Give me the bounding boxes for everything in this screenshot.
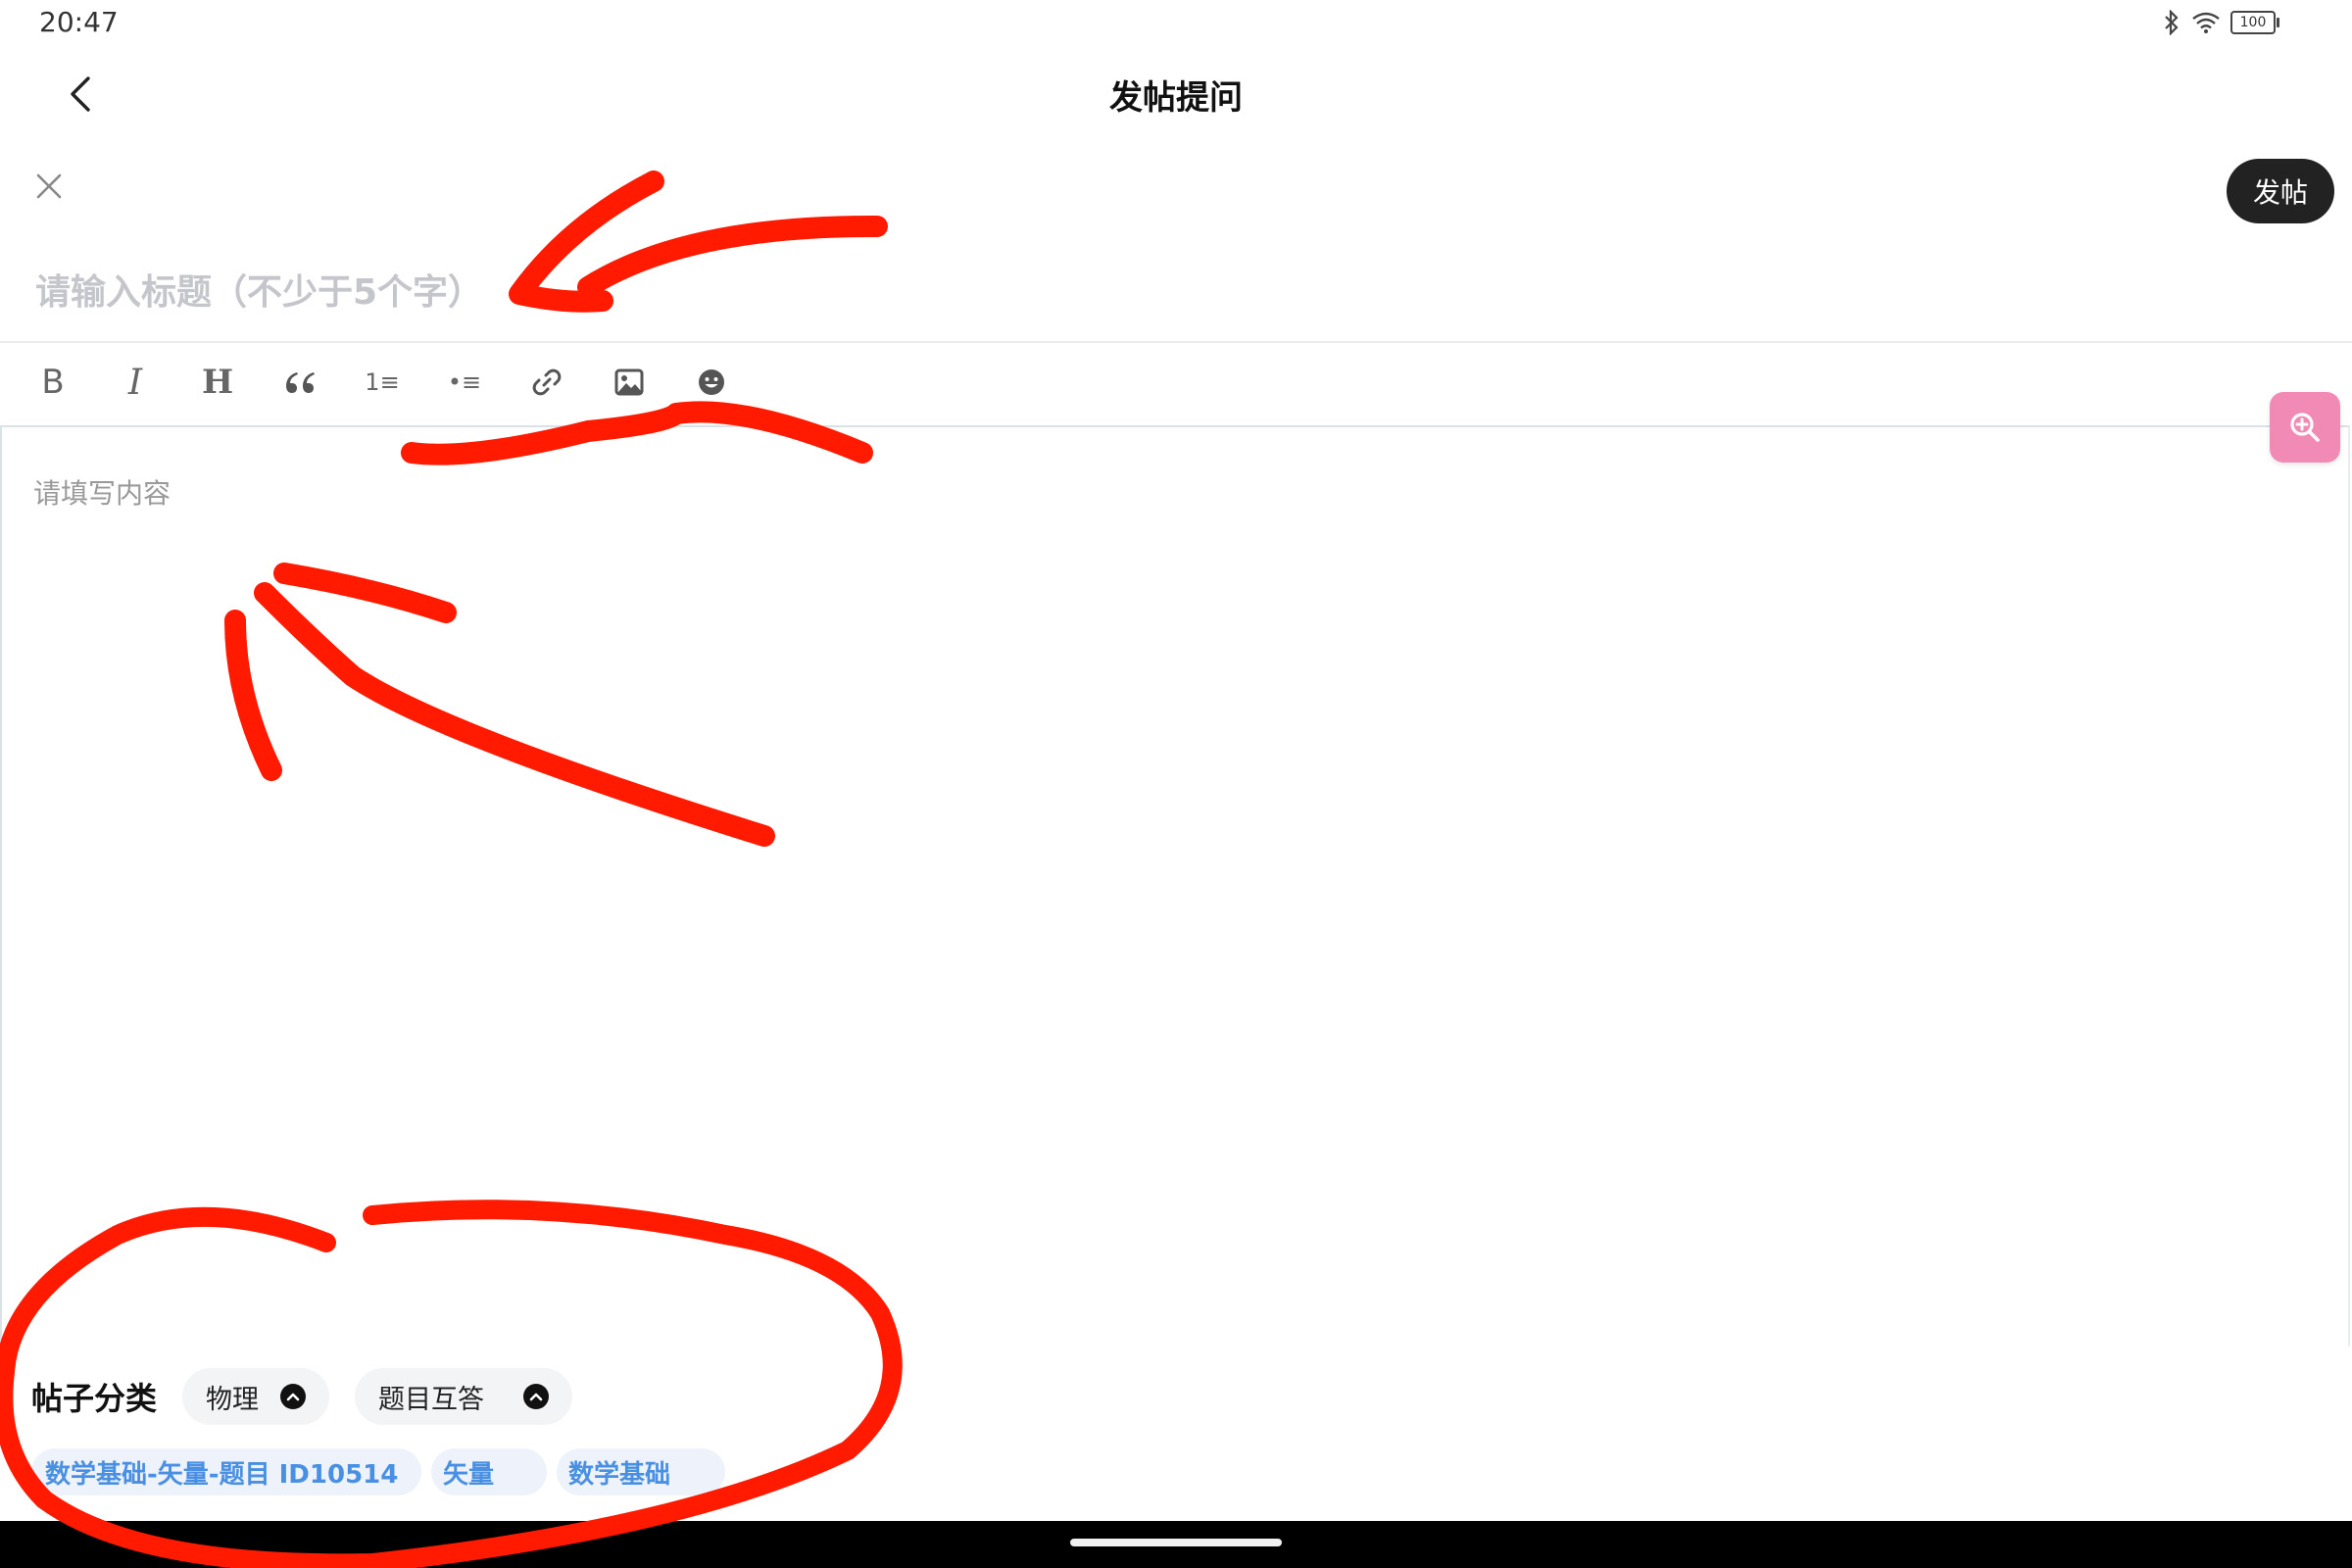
tag-chip[interactable]: 数学基础-矢量-题目 ID10514: [31, 1448, 421, 1495]
quote-icon: [286, 372, 315, 393]
image-icon: [614, 368, 644, 396]
status-icons: 100: [2162, 10, 2279, 35]
link-icon: [532, 368, 562, 396]
home-indicator[interactable]: [1070, 1539, 1282, 1546]
tag-chip[interactable]: 矢量: [431, 1448, 547, 1495]
chevron-up-icon: [523, 1384, 550, 1409]
battery-icon: 100: [2230, 11, 2279, 34]
divider: [0, 341, 2352, 343]
close-button[interactable]: [29, 167, 69, 206]
title-input[interactable]: [33, 257, 2291, 327]
ordered-list-button[interactable]: 1≡: [341, 351, 423, 414]
nav-bar: 发帖提问: [0, 49, 2352, 137]
editor-placeholder: 请填写内容: [33, 477, 172, 510]
page-title: 发帖提问: [1109, 78, 1243, 118]
subject-value: 物理: [206, 1384, 260, 1415]
system-nav-bar: [0, 1521, 2352, 1568]
post-button[interactable]: 发帖: [2227, 159, 2334, 223]
post-type-dropdown[interactable]: 题目互答: [355, 1368, 573, 1425]
post-type-value: 题目互答: [378, 1384, 485, 1415]
chevron-up-icon: [280, 1384, 307, 1409]
page: 20:47 100 发帖提问 发帖 请输入标题（不少于5个字） B I H 1≡…: [0, 0, 2352, 1568]
unordered-list-icon: •≡: [447, 368, 482, 396]
category-row: 帖子分类 物理 题目互答: [31, 1368, 598, 1425]
heading-button[interactable]: H: [176, 351, 259, 414]
ordered-list-icon: 1≡: [365, 368, 400, 396]
bold-icon: B: [41, 363, 65, 402]
category-label: 帖子分类: [31, 1380, 158, 1417]
image-button[interactable]: [588, 351, 670, 414]
zoom-in-icon: [2290, 413, 2320, 442]
quote-button[interactable]: [259, 351, 341, 414]
unordered-list-button[interactable]: •≡: [423, 351, 506, 414]
zoom-button[interactable]: [2270, 392, 2340, 463]
content-editor[interactable]: 请填写内容: [0, 425, 2350, 1347]
status-time: 20:47: [39, 6, 119, 38]
italic-button[interactable]: I: [94, 351, 176, 414]
heading-icon: H: [201, 363, 234, 402]
formatting-toolbar: B I H 1≡ •≡: [12, 348, 753, 416]
emoji-icon: [699, 369, 724, 395]
bold-button[interactable]: B: [12, 351, 94, 414]
close-icon: [36, 173, 62, 199]
italic-icon: I: [127, 362, 143, 403]
tag-chip[interactable]: 数学基础: [557, 1448, 725, 1495]
subject-dropdown[interactable]: 物理: [182, 1368, 330, 1425]
tags-row: 数学基础-矢量-题目 ID10514 矢量 数学基础: [31, 1448, 735, 1495]
link-button[interactable]: [506, 351, 588, 414]
wifi-icon: [2192, 12, 2220, 33]
bluetooth-icon: [2165, 10, 2179, 35]
status-bar: 20:47 100: [0, 0, 2352, 49]
emoji-button[interactable]: [670, 351, 753, 414]
